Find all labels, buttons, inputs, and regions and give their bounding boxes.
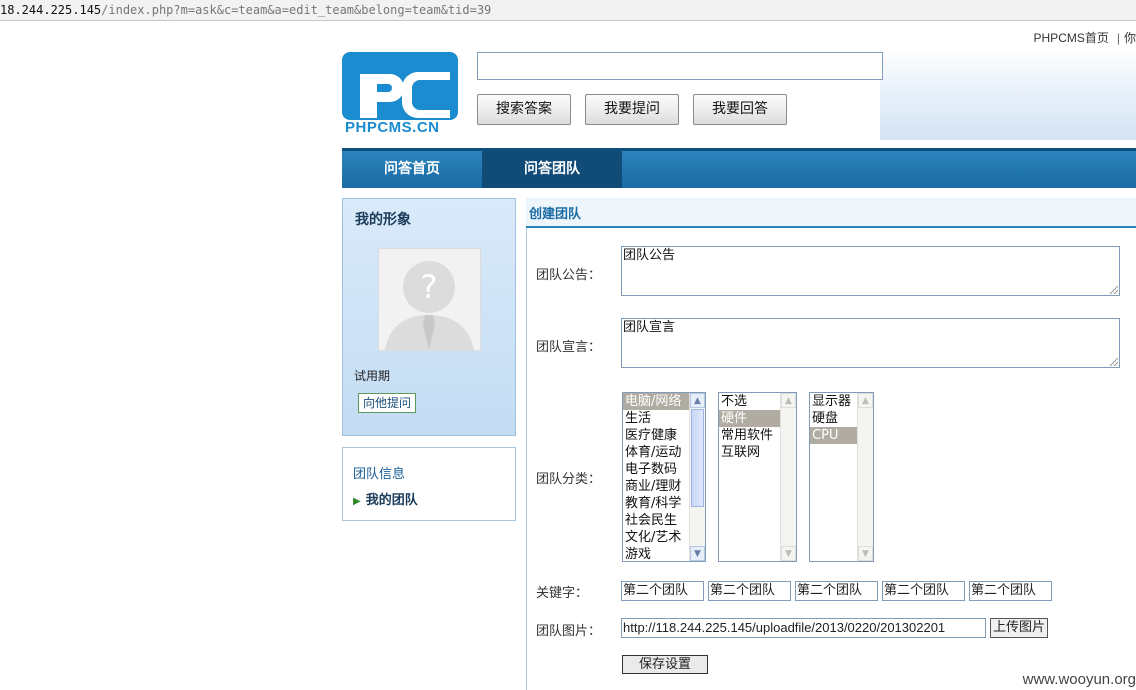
category-label: 团队分类： (536, 472, 602, 487)
category-list-primary[interactable]: 电脑/网络 生活 医疗健康 体育/运动 电子数码 商业/理财 教育/科学 社会民生 文化/艺术游… (622, 392, 706, 562)
top-links: PHPCMS首页 | 你 (1033, 31, 1136, 45)
resize-grip-icon[interactable] (1110, 358, 1118, 366)
team-info-link[interactable]: 团队信息 (353, 463, 405, 482)
answer-question-button[interactable]: 我要回答 (693, 94, 787, 125)
scroll-up-icon: ▲ (781, 393, 796, 408)
partial-link[interactable]: 你 (1124, 31, 1136, 45)
manifesto-textarea[interactable]: 团队宣言 (621, 318, 1120, 368)
my-team-label: 我的团队 (365, 493, 418, 508)
list-option[interactable]: 不选 (719, 393, 780, 410)
manifesto-value: 团队宣言 (623, 320, 676, 335)
scroll-thumb[interactable] (691, 409, 704, 507)
list-option[interactable]: 常用软件 (719, 427, 780, 444)
keyword-input[interactable]: 第二个团队 (969, 581, 1052, 601)
keywords-label: 关键字： (536, 586, 589, 601)
keyword-input[interactable]: 第二个团队 (882, 581, 965, 601)
home-link[interactable]: PHPCMS首页 (1034, 31, 1109, 45)
profile-title: 我的形象 (355, 212, 411, 228)
panel-header: 创建团队 (526, 198, 1136, 228)
announcement-value: 团队公告 (623, 248, 676, 263)
url-path: /index.php?m=ask&c=team&a=edit_team&belo… (101, 3, 492, 17)
list-scrollbar: ▲ ▼ (780, 393, 796, 561)
nav-ask-home[interactable]: 问答首页 (342, 151, 482, 188)
list-option[interactable]: 生活 (623, 410, 689, 427)
save-settings-button[interactable]: 保存设置 (622, 655, 708, 674)
image-url-input[interactable]: http://118.244.225.145/uploadfile/2013/0… (621, 618, 986, 638)
manifesto-label: 团队宣言： (536, 340, 602, 355)
ask-question-button[interactable]: 我要提问 (585, 94, 679, 125)
keyword-input[interactable]: 第二个团队 (708, 581, 791, 601)
avatar: ? (378, 248, 481, 351)
list-scrollbar[interactable]: ▲ ▼ (689, 393, 705, 561)
list-option[interactable]: 医疗健康 (623, 427, 689, 444)
image-label: 团队图片： (536, 624, 602, 639)
address-bar[interactable]: 18.244.225.145/index.php?m=ask&c=team&a=… (0, 0, 1136, 21)
list-option[interactable]: 电子数码 (623, 461, 689, 478)
resize-grip-icon[interactable] (1110, 286, 1118, 294)
nav-ask-team[interactable]: 问答团队 (482, 151, 622, 188)
svg-text:?: ? (421, 268, 438, 306)
list-option[interactable]: 体育/运动 (623, 444, 689, 461)
watermark: www.wooyun.org (1022, 671, 1136, 688)
keyword-input[interactable]: 第二个团队 (795, 581, 878, 601)
list-option[interactable]: 显示器 (810, 393, 857, 410)
header-decoration (880, 48, 1136, 140)
announcement-label: 团队公告： (536, 268, 602, 283)
list-option[interactable]: 社会民生 (623, 512, 689, 529)
list-option[interactable]: 互联网 (719, 444, 780, 461)
phpcms-logo[interactable]: PHPCMS.CN (342, 52, 458, 138)
list-option[interactable]: 教育/科学 (623, 495, 689, 512)
list-option[interactable]: CPU (810, 427, 857, 444)
category-list-tertiary[interactable]: 显示器 硬盘 CPU ▲ ▼ (809, 392, 874, 562)
list-option[interactable]: 文化/艺术 (623, 529, 689, 546)
scroll-down-icon: ▼ (781, 546, 796, 561)
scroll-down-icon[interactable]: ▼ (690, 546, 705, 561)
scroll-up-icon: ▲ (858, 393, 873, 408)
team-menu: 团队信息 ▶ 我的团队 (342, 447, 516, 521)
main-nav: 问答首页 问答团队 (342, 148, 1136, 188)
list-option[interactable]: 硬件 (719, 410, 780, 427)
logo-text: PHPCMS.CN (345, 119, 440, 136)
announcement-textarea[interactable]: 团队公告 (621, 246, 1120, 296)
keyword-input[interactable]: 第二个团队 (621, 581, 704, 601)
upload-image-button[interactable]: 上传图片 (990, 618, 1049, 638)
scroll-down-icon: ▼ (858, 546, 873, 561)
url-host: 18.244.225.145 (0, 3, 102, 17)
scroll-up-icon[interactable]: ▲ (690, 393, 705, 408)
trial-status: 试用期 (354, 369, 391, 383)
ask-him-button[interactable]: 向他提问 (358, 393, 417, 413)
my-team-link[interactable]: ▶ 我的团队 (353, 489, 418, 508)
list-option[interactable]: 游戏 (623, 546, 689, 561)
default-avatar-icon: ? (379, 249, 480, 350)
list-option[interactable]: 硬盘 (810, 410, 857, 427)
search-input[interactable] (477, 52, 883, 80)
search-answer-button[interactable]: 搜索答案 (477, 94, 571, 125)
list-option[interactable]: 商业/理财 (623, 478, 689, 495)
list-option[interactable]: 电脑/网络 (623, 393, 689, 410)
category-list-secondary[interactable]: 不选 硬件 常用软件 互联网 ▲ ▼ (718, 392, 797, 562)
panel-title: 创建团队 (529, 207, 582, 222)
arrow-right-icon: ▶ (353, 496, 361, 507)
profile-panel: 我的形象 ? 试用期 向他提问 (342, 198, 516, 436)
list-scrollbar: ▲ ▼ (857, 393, 873, 561)
